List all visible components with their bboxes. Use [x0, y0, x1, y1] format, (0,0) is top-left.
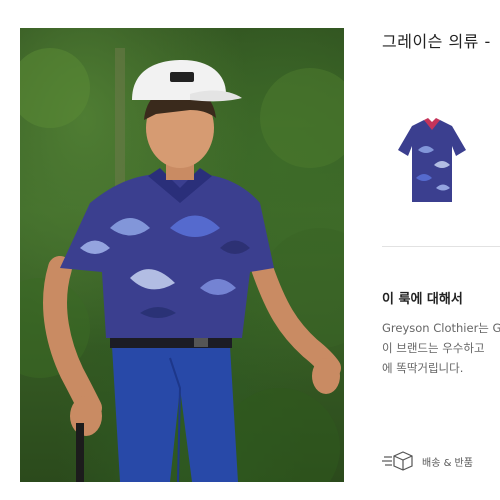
golfer-illustration: [20, 48, 344, 482]
product-thumbnail[interactable]: [394, 110, 470, 210]
about-line-3: 에 똑딱거립니다.: [382, 361, 464, 375]
about-line-1: Greyson Clothier는 Go: [382, 321, 500, 335]
about-line-2: 이 브랜드는 우수하고: [382, 341, 485, 355]
polo-shirt-icon: [398, 118, 466, 202]
product-panel: 그레이슨 의류 - 이 룩에 대해서 Greyson Clothier는 Go …: [346, 0, 500, 500]
shipping-returns-link[interactable]: 배송 & 반품: [382, 450, 473, 472]
shipping-box-icon: [382, 451, 413, 471]
product-title: 그레이슨 의류 -: [382, 32, 491, 51]
hero-image: [20, 28, 344, 482]
shipping-label: 배송 & 반품: [422, 457, 473, 469]
about-heading: 이 룩에 대해서: [382, 292, 463, 307]
section-divider: [382, 246, 500, 247]
